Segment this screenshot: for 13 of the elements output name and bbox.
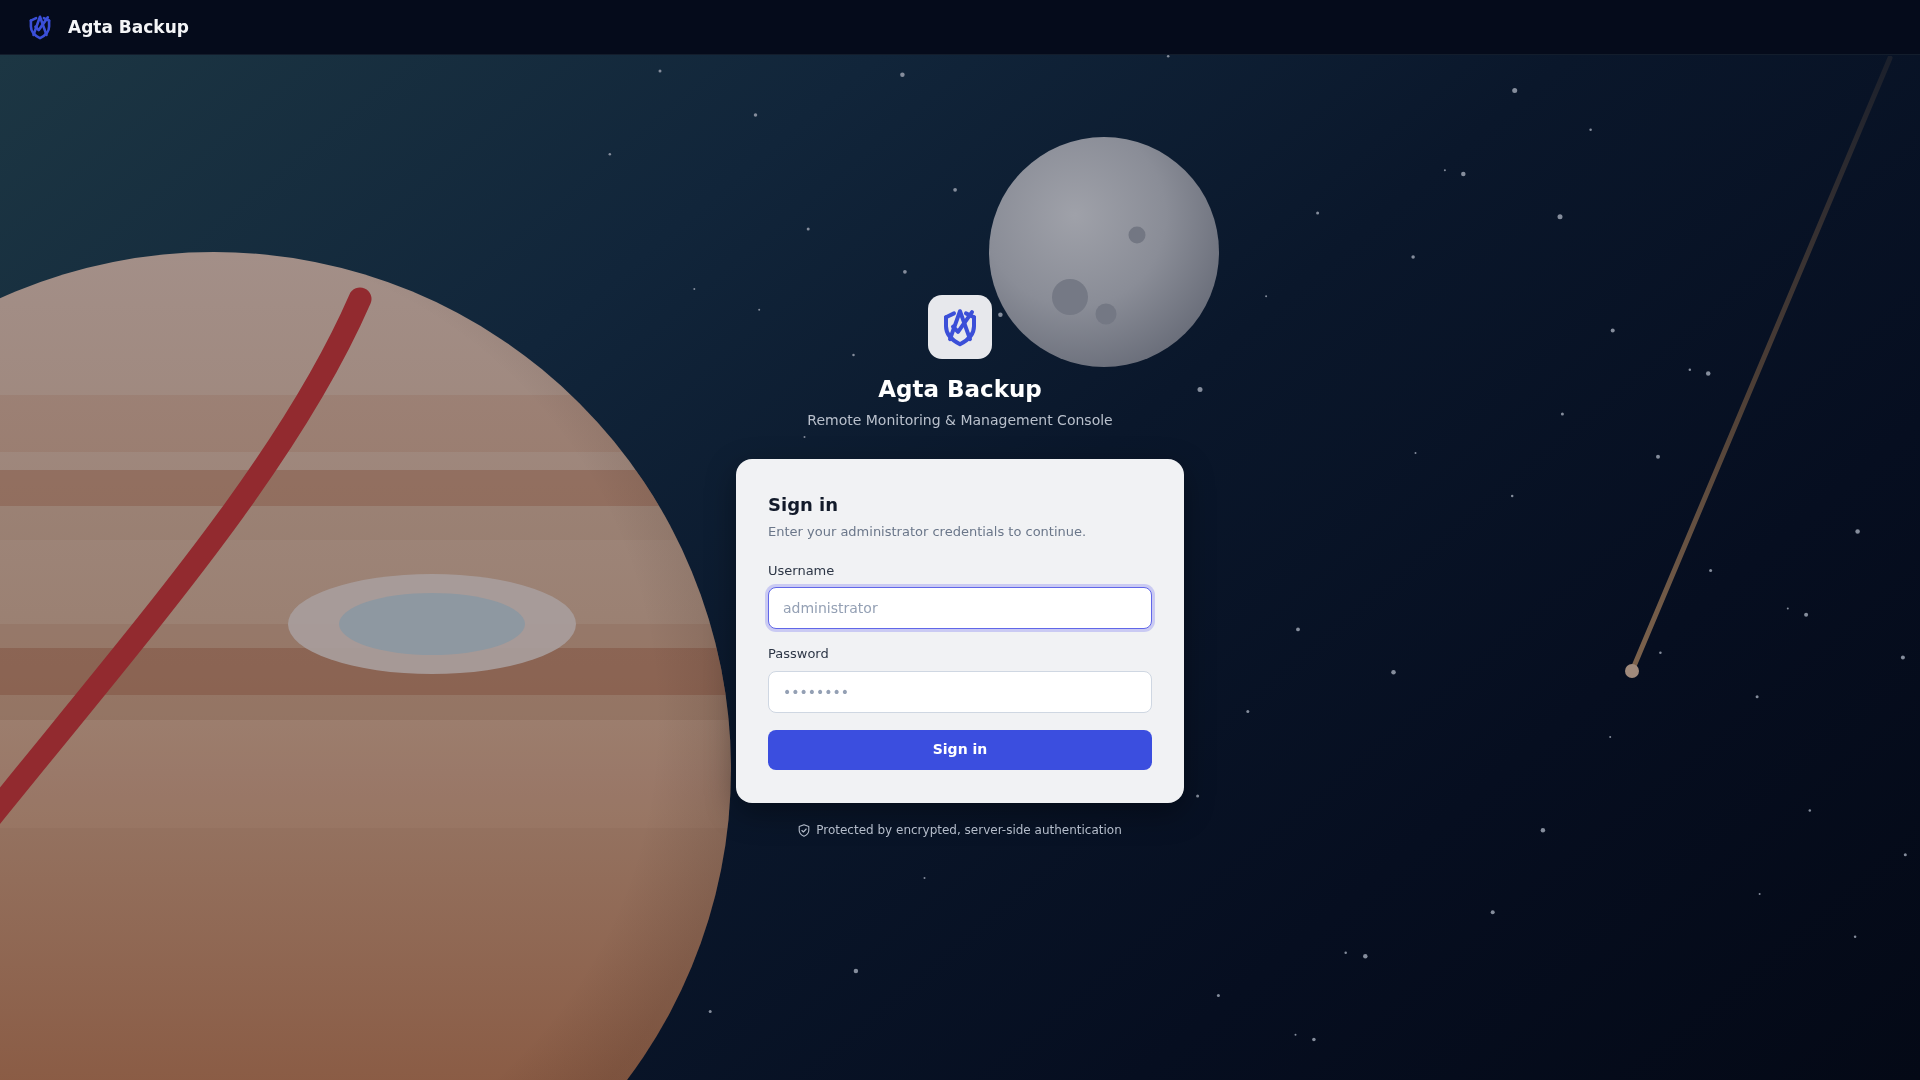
app-subtitle: Remote Monitoring & Management Console	[807, 410, 1113, 430]
sign-in-button[interactable]: Sign in	[768, 729, 1152, 770]
app-title: Agta Backup	[878, 376, 1042, 404]
input-field[interactable]: administrator	[768, 587, 1152, 630]
shield-logo-icon	[928, 295, 992, 360]
field-label: Username	[768, 561, 836, 580]
security-note: Protected by encrypted, server-side authentication	[816, 821, 1122, 839]
app-name: Agta Backup	[68, 16, 189, 38]
shield-logo-icon	[27, 14, 53, 40]
card-title: Sign in	[768, 493, 840, 516]
shield-check-icon	[798, 823, 811, 837]
field-label: Password	[768, 645, 830, 664]
card-description: Enter your administrator credentials to continue.	[768, 523, 1088, 542]
